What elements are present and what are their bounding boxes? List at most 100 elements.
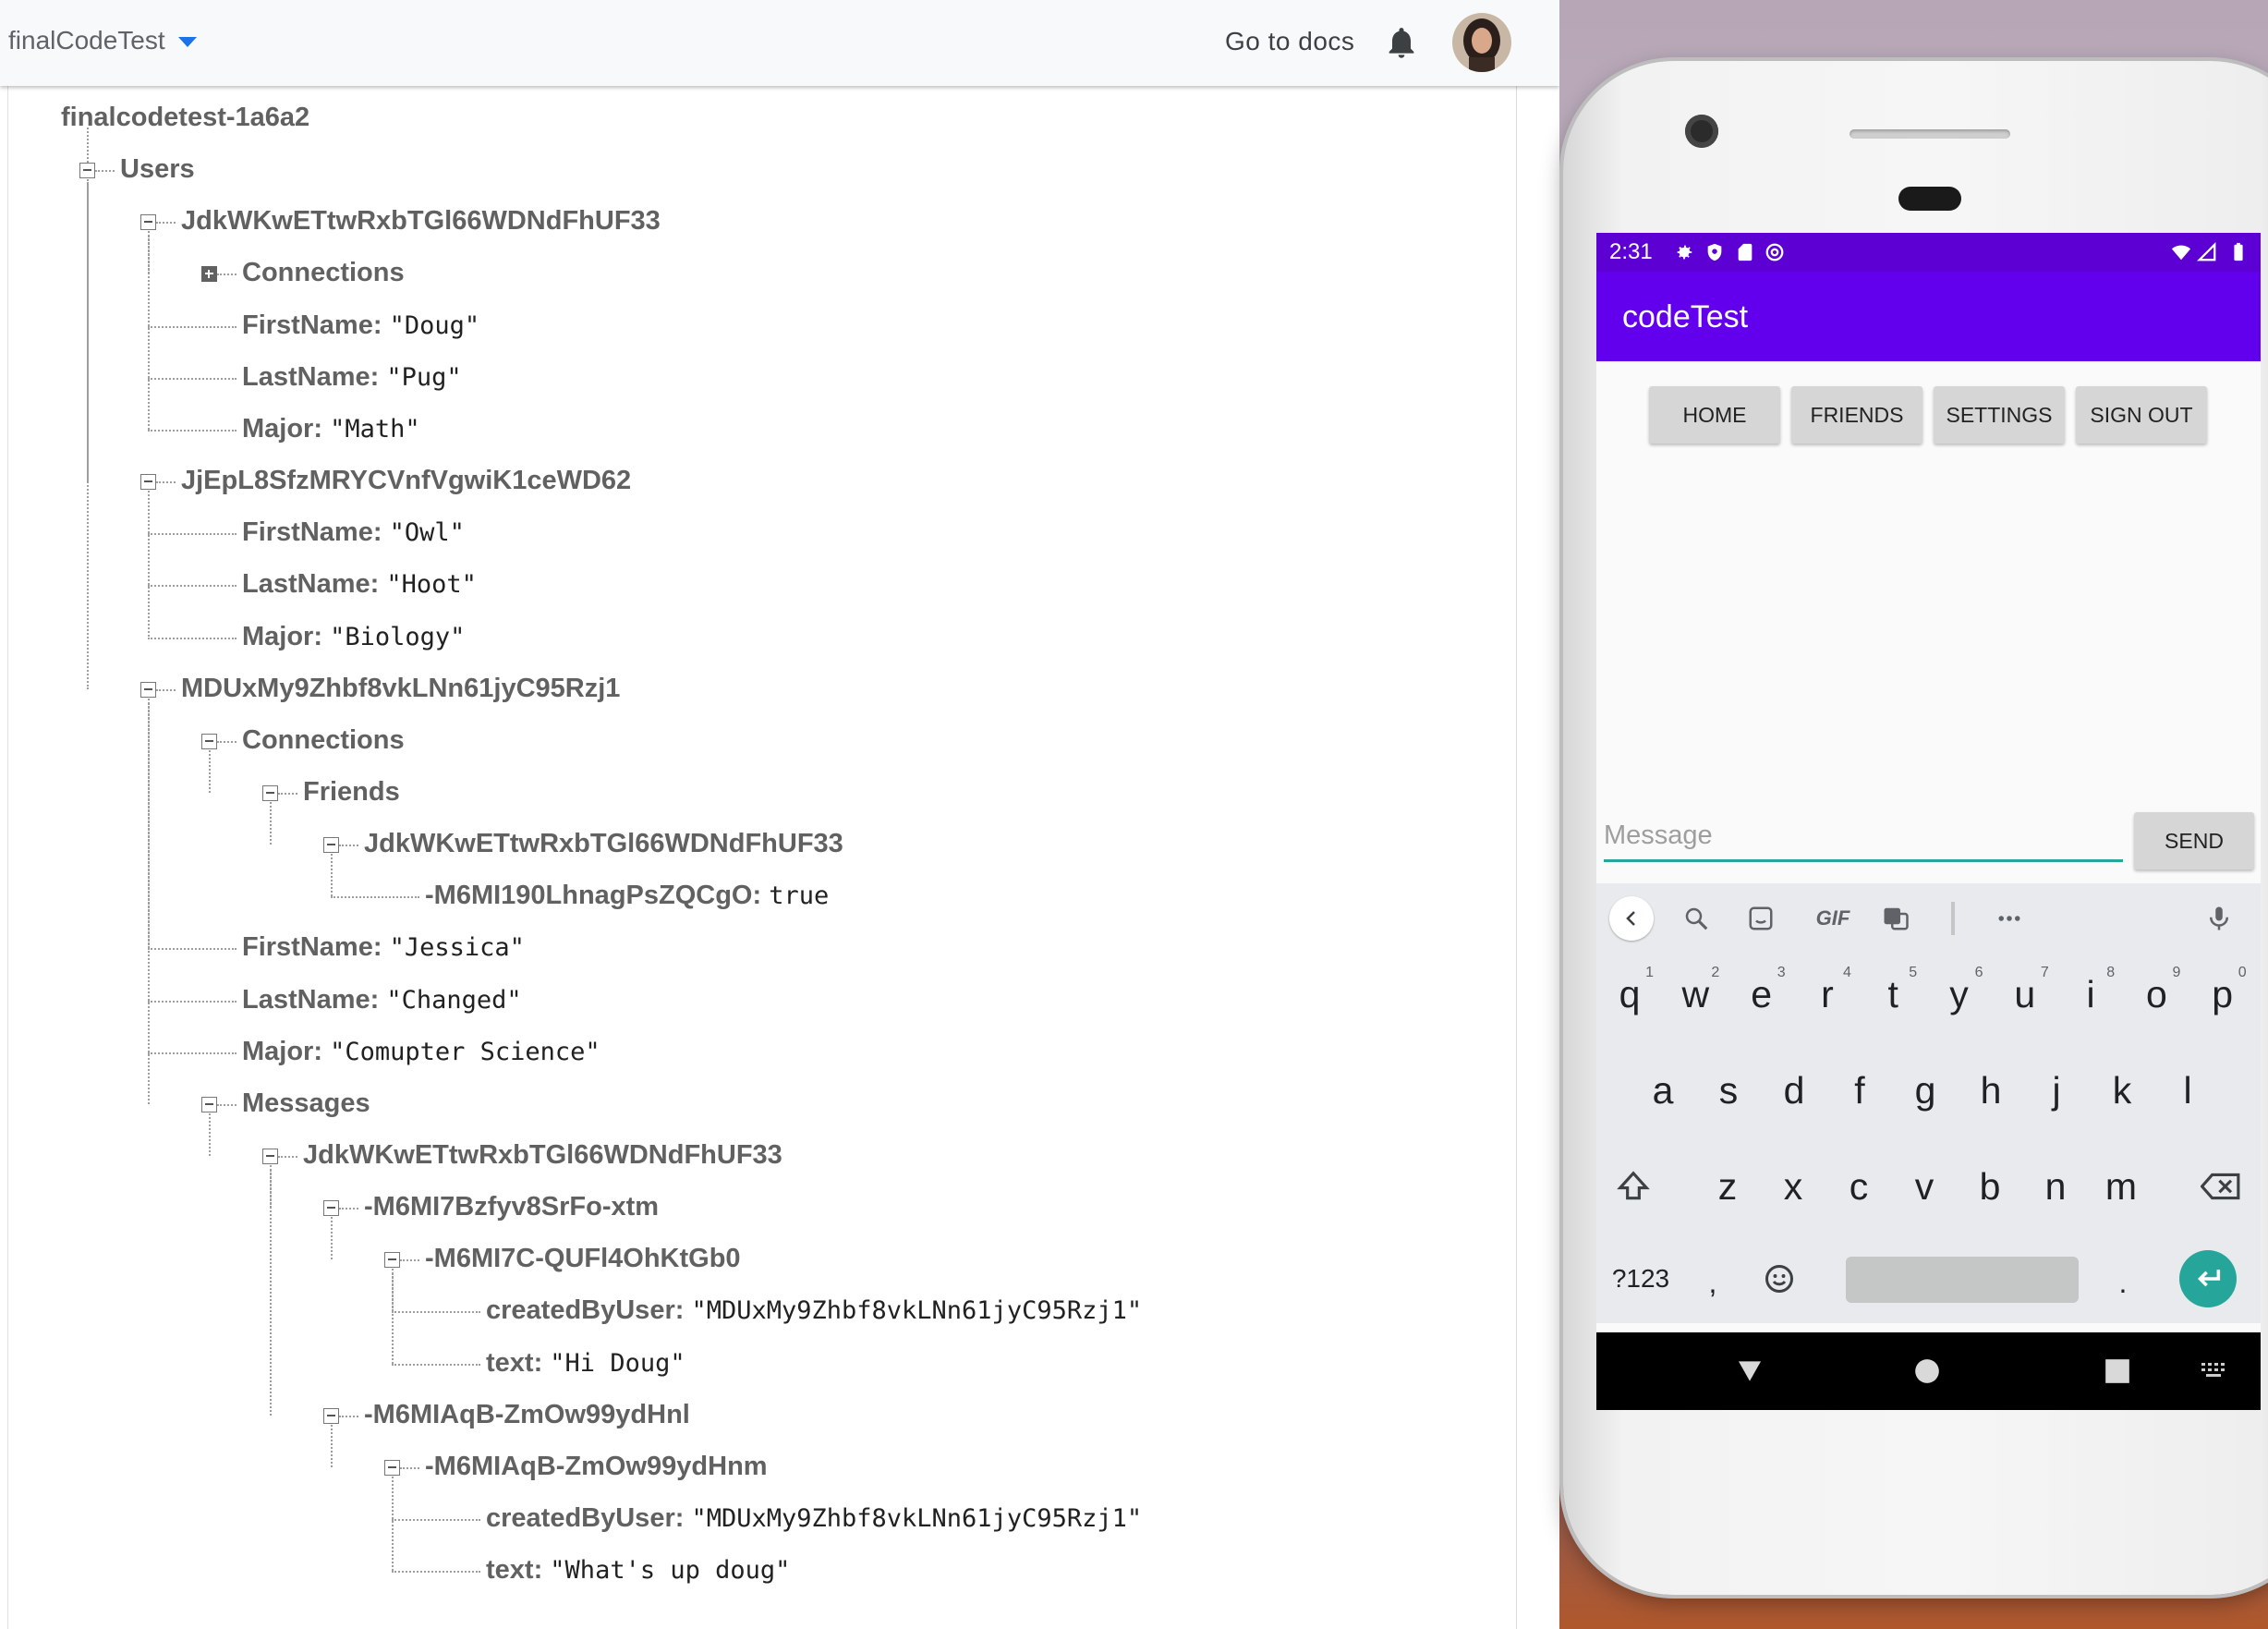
key-v[interactable]: v xyxy=(1895,1149,1954,1223)
comma-key[interactable]: , xyxy=(1683,1246,1742,1319)
collapse-icon[interactable] xyxy=(140,681,156,698)
collapse-icon[interactable] xyxy=(323,1200,339,1217)
tree-node[interactable]: FirstName: "Doug" xyxy=(242,310,479,342)
key-e[interactable]: e3 xyxy=(1732,957,1791,1031)
tree-node[interactable]: MDUxMy9Zhbf8vkLNn61jyC95Rzj1 xyxy=(181,673,620,704)
tree-node[interactable]: -M6MI7C-QUFl4OhKtGb0 xyxy=(425,1243,741,1274)
bell-icon[interactable] xyxy=(1383,22,1420,63)
period-key[interactable]: . xyxy=(2093,1246,2153,1319)
tree-node[interactable]: JdkWKwETtwRxbTGl66WDNdFhUF33 xyxy=(303,1139,782,1171)
key-h[interactable]: h xyxy=(1961,1053,2020,1127)
mic-icon[interactable] xyxy=(2197,896,2241,941)
tree-node[interactable]: Major: "Comupter Science" xyxy=(242,1036,600,1068)
tree-node-value[interactable]: "Hoot" xyxy=(386,570,477,599)
settings-button[interactable]: SETTINGS xyxy=(1934,386,2065,444)
more-icon[interactable] xyxy=(1987,896,2031,941)
keyboard-switch-icon[interactable] xyxy=(2201,1362,2228,1380)
gif-button[interactable]: GIF xyxy=(1805,896,1861,941)
expand-icon[interactable] xyxy=(201,266,217,283)
key-q[interactable]: q1 xyxy=(1600,957,1659,1031)
key-w[interactable]: w2 xyxy=(1666,957,1725,1031)
tree-node-value[interactable]: "MDUxMy9Zhbf8vkLNn61jyC95Rzj1" xyxy=(691,1296,1142,1325)
sticker-icon[interactable] xyxy=(1739,896,1783,941)
translate-icon[interactable] xyxy=(1874,896,1918,941)
home-icon[interactable] xyxy=(1914,1358,1940,1384)
collapse-icon[interactable] xyxy=(384,1252,400,1269)
back-icon[interactable] xyxy=(1735,1356,1765,1386)
backspace-key[interactable] xyxy=(2191,1149,2250,1223)
key-o[interactable]: o9 xyxy=(2127,957,2186,1031)
tree-node-value[interactable]: "MDUxMy9Zhbf8vkLNn61jyC95Rzj1" xyxy=(691,1504,1142,1533)
message-input[interactable]: Message xyxy=(1604,810,2123,862)
key-i[interactable]: i8 xyxy=(2061,957,2120,1031)
tree-node[interactable]: JjEpL8SfzMRYCVnfVgwiK1ceWD62 xyxy=(181,465,631,496)
tree-node[interactable]: Connections xyxy=(242,724,405,756)
tree-node[interactable]: finalcodetest-1a6a2 xyxy=(61,102,309,133)
project-selector[interactable]: finalCodeTest xyxy=(8,26,197,55)
tree-node-value[interactable]: "Jessica" xyxy=(390,933,525,962)
key-b[interactable]: b xyxy=(1960,1149,2019,1223)
tree-node[interactable]: -M6MIAqB-ZmOw99ydHnl xyxy=(364,1399,690,1430)
home-button[interactable]: HOME xyxy=(1649,386,1780,444)
tree-node-value[interactable]: "Biology" xyxy=(330,623,465,651)
collapse-icon[interactable] xyxy=(323,837,339,854)
key-y[interactable]: y6 xyxy=(1930,957,1989,1031)
tree-node[interactable]: text: "Hi Doug" xyxy=(486,1347,685,1380)
tree-node-value[interactable]: "What's up doug" xyxy=(550,1556,790,1585)
collapse-icon[interactable] xyxy=(201,1096,217,1112)
avatar[interactable] xyxy=(1452,13,1511,72)
friends-button[interactable]: FRIENDS xyxy=(1791,386,1922,444)
key-r[interactable]: r4 xyxy=(1798,957,1857,1031)
key-s[interactable]: s xyxy=(1699,1053,1758,1127)
collapse-icon[interactable] xyxy=(384,1459,400,1476)
tree-node[interactable]: -M6MI190LhnagPsZQCgO: true xyxy=(425,880,829,912)
tree-node[interactable]: Connections xyxy=(242,257,405,288)
tree-node-value[interactable]: "Math" xyxy=(330,415,420,444)
tree-node[interactable]: createdByUser: "MDUxMy9Zhbf8vkLNn61jyC95… xyxy=(486,1502,1142,1535)
shift-key[interactable] xyxy=(1604,1149,1663,1223)
tree-node[interactable]: Messages xyxy=(242,1088,370,1119)
tree-node[interactable]: JdkWKwETtwRxbTGl66WDNdFhUF33 xyxy=(364,828,843,859)
key-a[interactable]: a xyxy=(1633,1053,1692,1127)
enter-key[interactable] xyxy=(2178,1242,2238,1316)
tree-node[interactable]: -M6MI7Bzfyv8SrFo-xtm xyxy=(364,1191,659,1222)
key-g[interactable]: g xyxy=(1896,1053,1955,1127)
key-m[interactable]: m xyxy=(2092,1149,2151,1223)
key-k[interactable]: k xyxy=(2092,1053,2152,1127)
tree-node[interactable]: createdByUser: "MDUxMy9Zhbf8vkLNn61jyC95… xyxy=(486,1295,1142,1327)
symbols-key[interactable]: ?123 xyxy=(1604,1242,1678,1316)
tree-node[interactable]: Friends xyxy=(303,776,400,808)
search-icon[interactable] xyxy=(1674,896,1718,941)
tree-node[interactable]: LastName: "Changed" xyxy=(242,984,522,1016)
tree-node[interactable]: FirstName: "Jessica" xyxy=(242,931,525,964)
collapse-icon[interactable] xyxy=(79,163,95,179)
tree-node[interactable]: FirstName: "Owl" xyxy=(242,517,465,549)
send-button[interactable]: SEND xyxy=(2134,812,2254,869)
collapse-icon[interactable] xyxy=(140,474,156,491)
tree-node-value[interactable]: true xyxy=(769,881,829,910)
key-u[interactable]: u7 xyxy=(1995,957,2055,1031)
key-f[interactable]: f xyxy=(1830,1053,1889,1127)
space-bar[interactable] xyxy=(1846,1257,2079,1303)
collapse-icon[interactable] xyxy=(140,214,156,231)
sign-out-button[interactable]: SIGN OUT xyxy=(2076,386,2207,444)
collapse-icon[interactable] xyxy=(323,1407,339,1424)
key-d[interactable]: d xyxy=(1765,1053,1824,1127)
tree-node[interactable]: Major: "Biology" xyxy=(242,621,465,653)
tree-node[interactable]: text: "What's up doug" xyxy=(486,1554,790,1586)
tree-node[interactable]: Major: "Math" xyxy=(242,413,420,445)
tree-node-value[interactable]: "Pug" xyxy=(386,363,461,392)
collapse-icon[interactable] xyxy=(201,733,217,749)
tree-node-value[interactable]: "Comupter Science" xyxy=(330,1038,600,1066)
key-x[interactable]: x xyxy=(1764,1149,1823,1223)
tree-node-value[interactable]: "Changed" xyxy=(386,986,521,1015)
key-n[interactable]: n xyxy=(2026,1149,2085,1223)
key-c[interactable]: c xyxy=(1829,1149,1888,1223)
key-z[interactable]: z xyxy=(1698,1149,1757,1223)
key-t[interactable]: t5 xyxy=(1863,957,1922,1031)
emoji-key[interactable] xyxy=(1750,1242,1809,1316)
collapse-icon[interactable] xyxy=(262,1149,278,1164)
key-p[interactable]: p0 xyxy=(2193,957,2252,1031)
tree-node[interactable]: LastName: "Hoot" xyxy=(242,568,477,601)
recents-icon[interactable] xyxy=(2104,1358,2130,1384)
